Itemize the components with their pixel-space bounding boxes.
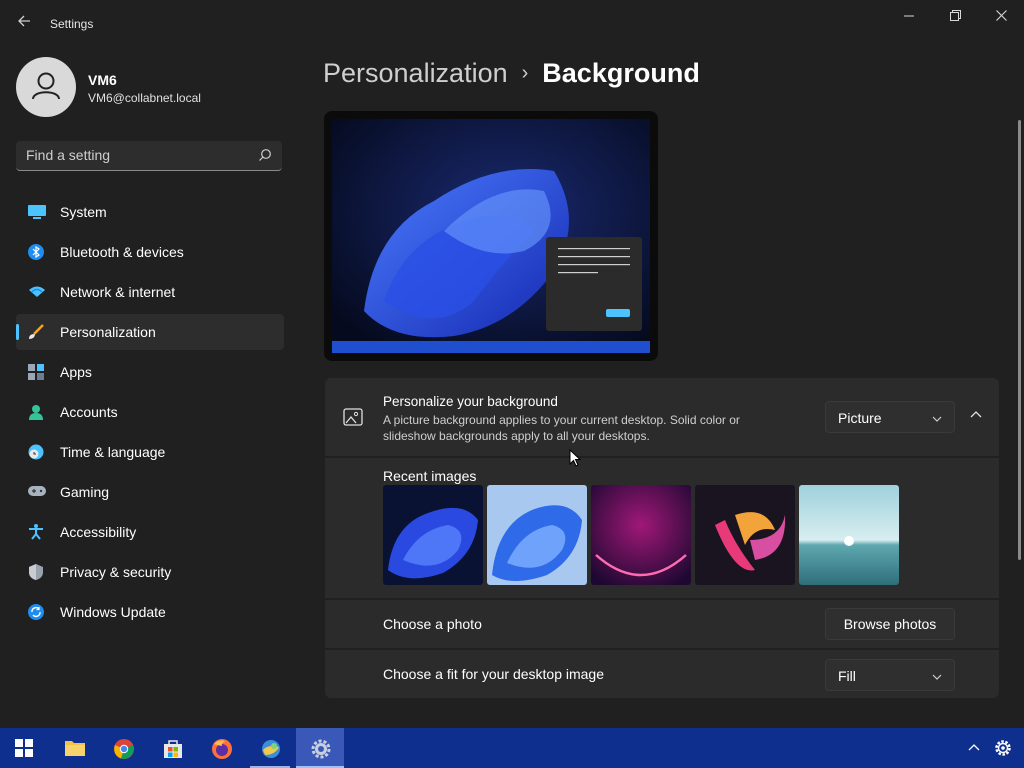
chevron-down-icon	[932, 669, 942, 687]
chevron-right-icon: ›	[521, 62, 529, 84]
page-title: Background	[542, 58, 700, 88]
search-icon[interactable]	[258, 148, 272, 167]
monitor-icon	[28, 204, 46, 220]
personalize-background-card: Personalize your background A picture ba…	[325, 378, 999, 456]
back-arrow-icon[interactable]	[14, 14, 34, 34]
settings-taskbar-button[interactable]	[296, 728, 344, 768]
person-icon	[32, 72, 60, 100]
folder-icon	[65, 741, 85, 756]
picture-icon	[343, 408, 363, 431]
person-icon	[28, 404, 44, 420]
control-panel-icon	[262, 740, 280, 758]
user-email: VM6@collabnet.local	[88, 91, 201, 105]
file-explorer-button[interactable]	[50, 728, 98, 768]
personalize-background-description: A picture background applies to your cur…	[383, 413, 740, 443]
collapse-chevron-up-icon[interactable]	[965, 408, 987, 430]
clock-globe-icon	[28, 444, 44, 460]
recent-image-1[interactable]	[383, 485, 483, 585]
background-type-dropdown[interactable]: Picture	[825, 401, 955, 433]
recent-images-card: Recent images	[325, 458, 999, 598]
sidebar-item-accounts[interactable]: Accounts	[16, 394, 284, 430]
start-button[interactable]	[0, 728, 48, 768]
sidebar-item-accessibility[interactable]: Accessibility	[16, 514, 284, 550]
browse-photos-button[interactable]: Browse photos	[825, 608, 955, 640]
sidebar-item-apps[interactable]: Apps	[16, 354, 284, 390]
sidebar-item-privacy[interactable]: Privacy & security	[16, 554, 284, 590]
mouse-cursor-icon	[569, 448, 582, 472]
close-button[interactable]	[978, 0, 1024, 32]
avatar[interactable]	[16, 57, 76, 117]
shield-icon	[28, 564, 44, 580]
sidebar-item-time-language[interactable]: Time & language	[16, 434, 284, 470]
choose-photo-label: Choose a photo	[383, 616, 482, 632]
settings-window: Settings VM6 VM6@collabnet.local System	[0, 0, 1024, 728]
gamepad-icon	[28, 484, 46, 500]
search-input[interactable]	[26, 147, 246, 163]
brush-icon	[28, 324, 44, 340]
chrome-button[interactable]	[99, 728, 147, 768]
desktop-preview	[324, 111, 658, 361]
chevron-down-icon	[932, 411, 942, 429]
sidebar-item-bluetooth[interactable]: Bluetooth & devices	[16, 234, 284, 270]
scrollbar[interactable]	[1018, 120, 1021, 560]
user-name: VM6	[88, 72, 117, 88]
store-icon	[164, 740, 182, 758]
personalize-background-title: Personalize your background	[383, 394, 558, 409]
minimize-button[interactable]	[886, 0, 932, 32]
microsoft-store-button[interactable]	[148, 728, 196, 768]
firefox-icon	[212, 739, 232, 759]
breadcrumb: Personalization › Background	[323, 58, 700, 89]
wifi-icon	[28, 284, 45, 300]
control-panel-button[interactable]	[246, 728, 294, 768]
title-bar: Settings	[0, 0, 1024, 48]
window-title: Settings	[50, 17, 94, 31]
windows-logo-icon	[15, 739, 33, 757]
maximize-button[interactable]	[932, 0, 978, 32]
desktop-fit-row: Choose a fit for your desktop image Fill	[325, 650, 999, 698]
sidebar-item-system[interactable]: System	[16, 194, 284, 230]
sidebar-item-gaming[interactable]: Gaming	[16, 474, 284, 510]
fit-dropdown[interactable]: Fill	[825, 659, 955, 691]
recent-images-label: Recent images	[383, 468, 477, 484]
sidebar-item-personalization[interactable]: Personalization	[16, 314, 284, 350]
sidebar-nav: System Bluetooth & devices Network & int…	[16, 194, 284, 634]
accessibility-icon	[28, 524, 44, 540]
firefox-button[interactable]	[197, 728, 245, 768]
settings-gear-icon	[311, 739, 331, 759]
search-box[interactable]	[16, 141, 282, 171]
update-icon	[28, 604, 44, 620]
sidebar-item-windows-update[interactable]: Windows Update	[16, 594, 284, 630]
apps-icon	[28, 364, 44, 380]
recent-image-2[interactable]	[487, 485, 587, 585]
taskbar	[0, 728, 1024, 768]
sidebar-item-network[interactable]: Network & internet	[16, 274, 284, 310]
recent-image-5[interactable]	[799, 485, 899, 585]
breadcrumb-parent[interactable]: Personalization	[323, 58, 508, 88]
fit-label: Choose a fit for your desktop image	[383, 666, 605, 682]
chrome-icon	[114, 739, 134, 759]
recent-image-3[interactable]	[591, 485, 691, 585]
recent-image-4[interactable]	[695, 485, 795, 585]
tray-settings-gear-icon[interactable]	[993, 738, 1013, 763]
bluetooth-icon	[28, 244, 44, 260]
choose-photo-row: Choose a photo Browse photos	[325, 600, 999, 648]
show-hidden-icons-chevron-up-icon[interactable]	[967, 741, 981, 760]
